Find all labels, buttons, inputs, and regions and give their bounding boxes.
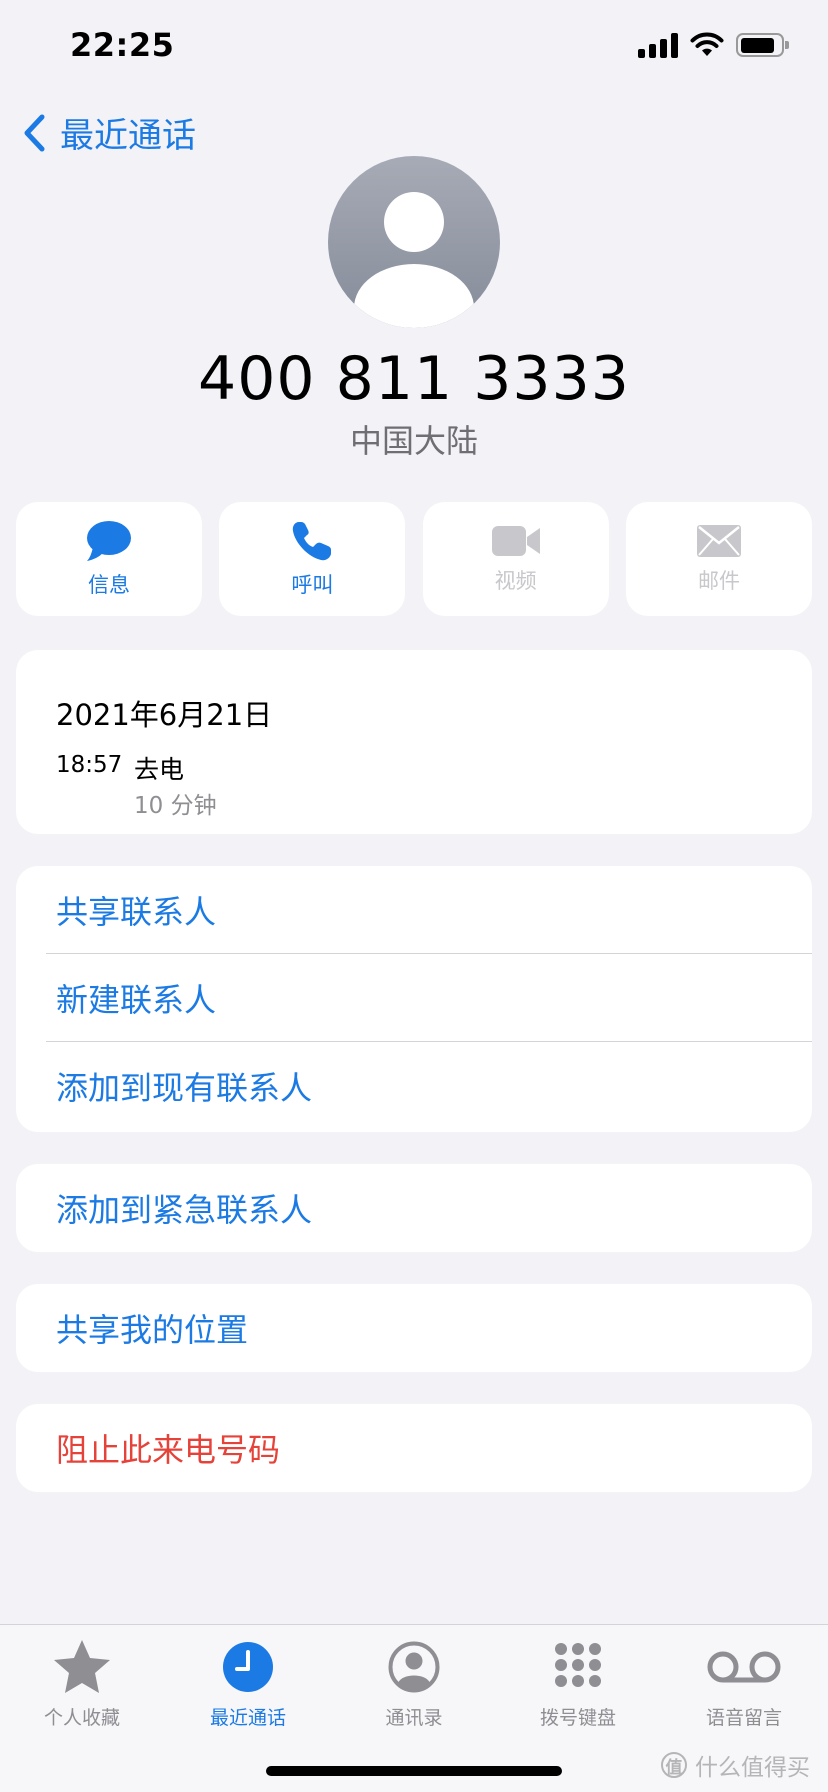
tab-recents-label: 最近通话 — [209, 1707, 286, 1729]
mail-button[interactable]: 邮件 — [625, 502, 812, 616]
person-circle-icon — [388, 1641, 440, 1693]
back-button[interactable]: 最近通话 — [22, 108, 196, 157]
tab-recents[interactable]: 最近通话 — [178, 1635, 318, 1730]
message-button-label: 信息 — [88, 573, 130, 597]
tab-voicemail[interactable]: 语音留言 — [674, 1635, 814, 1730]
star-icon — [54, 1640, 110, 1693]
tab-keypad[interactable]: 拨号键盘 — [508, 1635, 648, 1730]
battery-cap — [785, 41, 789, 49]
share-location-button[interactable]: 共享我的位置 — [16, 1284, 812, 1372]
person-silhouette-icon — [354, 192, 474, 328]
share-location-card: 共享我的位置 — [16, 1284, 812, 1372]
call-duration: 10 分钟 — [134, 793, 217, 819]
chevron-left-icon — [24, 114, 45, 151]
add-to-existing-contact-button[interactable]: 添加到现有联系人 — [16, 1042, 812, 1130]
keypad-icon — [555, 1643, 601, 1687]
call-button[interactable]: 呼叫 — [219, 502, 406, 616]
tab-contacts[interactable]: 通讯录 — [344, 1635, 484, 1730]
status-icons — [638, 30, 789, 60]
mail-button-label: 邮件 — [697, 569, 740, 593]
recent-call-card: 2021年6月21日 18:57 去电 10 分钟 — [16, 650, 812, 834]
tab-favorites-label: 个人收藏 — [43, 1707, 120, 1729]
new-contact-button[interactable]: 新建联系人 — [16, 954, 812, 1042]
action-buttons: 信息 呼叫 视频 邮件 — [16, 502, 812, 616]
tab-voicemail-label: 语音留言 — [705, 1707, 782, 1729]
screen: 22:25 最近通话 400 811 3333 中国大陆 信息 呼叫 视频 邮件… — [0, 0, 828, 1792]
status-bar: 22:25 — [0, 0, 828, 90]
avatar — [328, 156, 500, 328]
back-button-label: 最近通话 — [60, 116, 196, 156]
wifi-icon — [690, 32, 724, 56]
clock-icon — [223, 1642, 273, 1692]
home-indicator[interactable] — [266, 1766, 562, 1776]
share-contact-button[interactable]: 共享联系人 — [16, 866, 812, 954]
contact-actions-card: 共享联系人 新建联系人 添加到现有联系人 — [16, 866, 812, 1132]
call-date: 2021年6月21日 — [56, 698, 273, 732]
voicemail-icon — [707, 1651, 781, 1683]
phone-number: 400 811 3333 — [198, 344, 630, 414]
call-button-label: 呼叫 — [291, 573, 334, 597]
video-camera-icon — [491, 526, 540, 556]
battery-fill — [740, 37, 774, 53]
tab-contacts-label: 通讯录 — [385, 1707, 443, 1729]
battery-icon — [736, 33, 789, 57]
watermark: 值 什么值得买 — [661, 1748, 810, 1782]
tab-keypad-label: 拨号键盘 — [539, 1707, 616, 1729]
block-caller-card: 阻止此来电号码 — [16, 1404, 812, 1492]
phone-icon — [293, 522, 332, 561]
status-time: 22:25 — [70, 26, 175, 64]
block-caller-button[interactable]: 阻止此来电号码 — [16, 1404, 812, 1492]
emergency-contact-card: 添加到紧急联系人 — [16, 1164, 812, 1252]
video-button[interactable]: 视频 — [422, 502, 609, 616]
message-button[interactable]: 信息 — [16, 502, 202, 616]
call-time: 18:57 — [56, 752, 123, 778]
region-label: 中国大陆 — [349, 422, 478, 460]
watermark-text: 什么值得买 — [695, 1755, 810, 1781]
envelope-icon — [696, 525, 741, 557]
tab-favorites[interactable]: 个人收藏 — [12, 1635, 152, 1730]
cellular-signal-icon — [638, 32, 678, 58]
add-to-emergency-contacts-button[interactable]: 添加到紧急联系人 — [16, 1164, 812, 1252]
video-button-label: 视频 — [494, 569, 537, 593]
message-bubble-icon — [87, 521, 131, 561]
watermark-logo: 值 — [661, 1752, 687, 1778]
call-type: 去电 — [134, 755, 185, 784]
